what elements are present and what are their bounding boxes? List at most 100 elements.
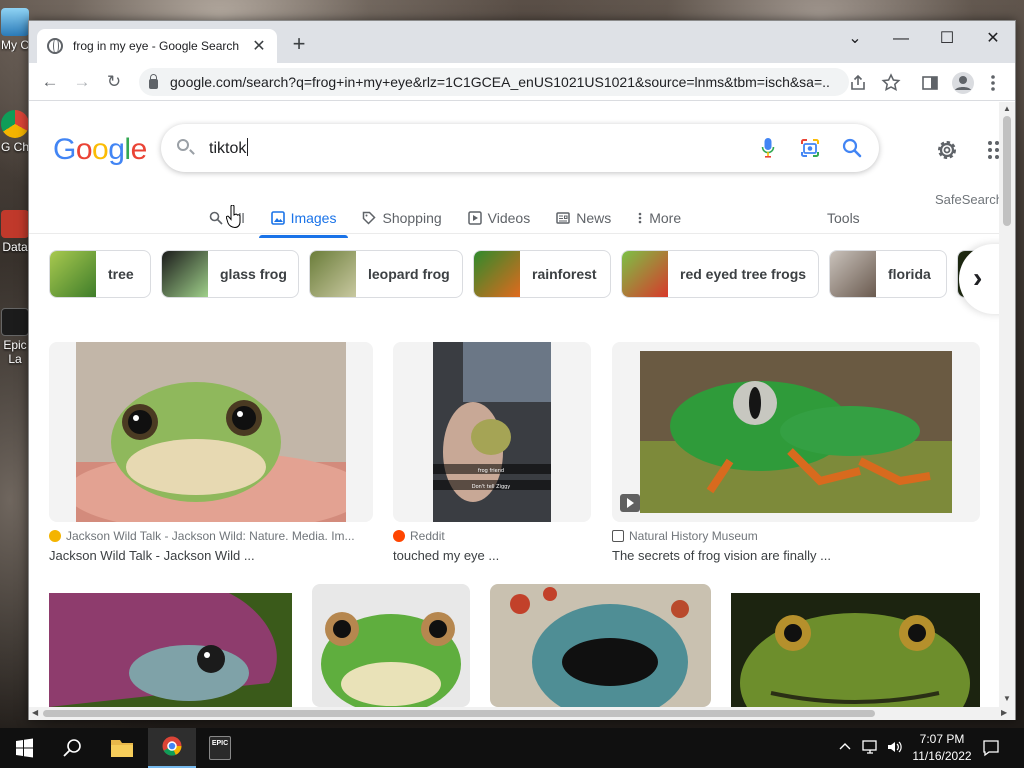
chip-glass-frog[interactable]: glass frog [161, 250, 299, 298]
result-caption[interactable]: touched my eye ... [393, 548, 499, 563]
tab-images[interactable]: Images [258, 202, 349, 238]
reddit-icon [393, 530, 405, 542]
bookmark-star-icon[interactable] [881, 73, 901, 93]
profile-avatar-icon[interactable] [951, 71, 975, 95]
network-icon[interactable] [862, 739, 880, 755]
taskbar-clock[interactable]: 7:07 PM 11/16/2022 [912, 731, 972, 765]
volume-icon[interactable] [886, 739, 904, 755]
address-bar[interactable]: google.com/search?q=frog+in+my+eye&rlz=1… [139, 68, 849, 96]
tab-news[interactable]: News [554, 202, 613, 234]
chip-leopard-frog[interactable]: leopard frog [309, 250, 463, 298]
microphone-icon[interactable] [761, 136, 775, 160]
tab-google-search[interactable]: frog in my eye - Google Search ✕ [37, 29, 277, 63]
image-result[interactable] [49, 593, 292, 707]
chrome-icon [1, 110, 29, 138]
search-input[interactable]: tiktok [209, 138, 249, 158]
desktop-icon-label: My C [1, 38, 29, 52]
google-apps-icon[interactable] [987, 140, 999, 160]
svg-text:frog friend: frog friend [478, 468, 504, 474]
video-play-icon [620, 494, 640, 512]
result-source[interactable]: Reddit [393, 529, 445, 543]
result-caption[interactable]: The secrets of frog vision are finally .… [612, 548, 831, 563]
result-source[interactable]: Jackson Wild Talk - Jackson Wild: Nature… [49, 529, 355, 543]
tab-label: Shopping [382, 210, 442, 226]
chip-label: red eyed tree frogs [680, 266, 807, 282]
frog-front-image [312, 584, 470, 707]
image-result[interactable] [49, 342, 373, 522]
chip-florida[interactable]: florida [829, 250, 947, 298]
share-icon[interactable] [849, 74, 867, 92]
nhm-favicon-icon [612, 530, 624, 542]
maximize-button[interactable]: ☐ [929, 25, 965, 53]
image-result[interactable] [490, 584, 711, 707]
horizontal-scrollbar[interactable]: ◀ ▶ [29, 707, 1015, 720]
new-tab-button[interactable]: + [287, 33, 311, 57]
tab-videos[interactable]: Videos [466, 202, 533, 234]
source-text: Natural History Museum [629, 529, 758, 543]
desktop-icon-data[interactable]: Data [0, 210, 30, 254]
action-center-icon[interactable] [982, 739, 1000, 757]
reload-button[interactable]: ↻ [101, 69, 127, 95]
source-text: Reddit [410, 529, 445, 543]
chip-rainforest[interactable]: rainforest [473, 250, 611, 298]
chip-label: leopard frog [368, 266, 450, 282]
tab-label: News [576, 210, 612, 226]
vertical-scroll-thumb[interactable] [1003, 116, 1011, 226]
tab-close-icon[interactable]: ✕ [251, 36, 267, 56]
tab-strip: frog in my eye - Google Search ✕ + ⌄ — ☐… [29, 21, 1015, 63]
horizontal-scroll-thumb[interactable] [43, 710, 875, 717]
side-panel-icon[interactable] [921, 74, 939, 92]
url-text[interactable]: google.com/search?q=frog+in+my+eye&rlz=1… [170, 74, 830, 90]
result-caption[interactable]: Jackson Wild Talk - Jackson Wild ... [49, 548, 255, 563]
computer-icon [1, 8, 29, 36]
svg-text:Don't tell Ziggy: Don't tell Ziggy [472, 484, 511, 490]
desktop-icon-chrome[interactable]: G Ch [0, 110, 30, 154]
tree-frog-image [640, 351, 952, 513]
settings-gear-icon[interactable] [935, 138, 959, 162]
google-logo[interactable]: Google [53, 133, 147, 167]
search-submit-icon[interactable] [841, 137, 863, 159]
file-explorer-icon[interactable] [98, 728, 146, 768]
chip-tree[interactable]: tree [49, 250, 151, 298]
chip-thumbnail [310, 251, 356, 297]
chip-label: florida [888, 266, 931, 282]
tray-chevron-up-icon[interactable] [838, 740, 852, 754]
desktop-icon-epic[interactable]: Epic La [0, 308, 30, 366]
newspaper-icon [556, 212, 570, 224]
epic-games-taskbar-icon[interactable]: EPIC [196, 728, 244, 768]
desktop-icon-my-computer[interactable]: My C [0, 8, 30, 52]
image-result[interactable]: frog friend Don't tell Ziggy [393, 342, 591, 522]
chip-thumbnail [622, 251, 668, 297]
chip-red-eyed-tree-frogs[interactable]: red eyed tree frogs [621, 250, 819, 298]
tab-shopping[interactable]: Shopping [360, 202, 443, 234]
vertical-scrollbar[interactable]: ▲ ▼ [999, 102, 1015, 707]
scroll-left-arrow-icon[interactable]: ◀ [32, 708, 38, 717]
image-result[interactable] [312, 584, 470, 707]
close-window-button[interactable]: ✕ [975, 25, 1011, 53]
scroll-up-arrow-icon[interactable]: ▲ [1003, 104, 1011, 113]
minimize-button[interactable]: — [883, 25, 919, 53]
frog-on-petal-image [49, 593, 292, 707]
image-result[interactable] [612, 342, 980, 522]
google-lens-icon[interactable] [799, 137, 821, 159]
chrome-taskbar-icon[interactable] [148, 728, 196, 768]
taskbar-search-icon[interactable] [48, 728, 96, 768]
tab-more[interactable]: More [635, 202, 683, 234]
forward-button[interactable]: → [69, 69, 95, 95]
safesearch-button[interactable]: SafeSearch [935, 192, 999, 207]
scroll-right-arrow-icon[interactable]: ▶ [1001, 708, 1007, 717]
search-box[interactable]: tiktok [161, 124, 879, 172]
scroll-down-arrow-icon[interactable]: ▼ [1003, 694, 1011, 703]
search-icon [209, 211, 223, 225]
image-result[interactable] [731, 593, 980, 707]
windows-start-icon[interactable] [0, 728, 48, 768]
tab-search-button[interactable]: ⌄ [837, 25, 873, 53]
lock-icon[interactable] [149, 74, 158, 89]
chip-thumbnail [162, 251, 208, 297]
chip-label: glass frog [220, 266, 287, 282]
back-button[interactable]: ← [37, 69, 63, 95]
epic-games-icon [1, 308, 29, 336]
result-source[interactable]: Natural History Museum [612, 529, 758, 543]
tools-button[interactable]: Tools [827, 202, 860, 234]
kebab-menu-icon[interactable] [989, 73, 997, 93]
